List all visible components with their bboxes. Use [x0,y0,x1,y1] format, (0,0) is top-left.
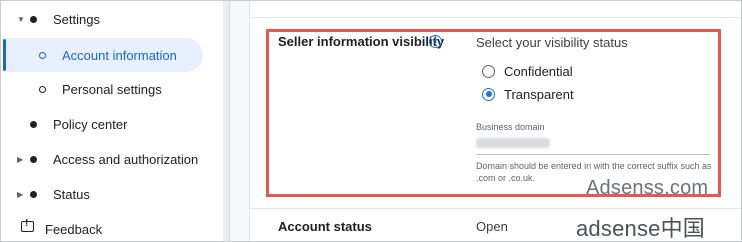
sidebar-item-label: Settings [53,11,100,27]
sidebar-item-label: Policy center [53,116,128,132]
bullet-icon [30,190,37,198]
sidebar-item-personal-settings[interactable]: Personal settings [1,72,221,106]
watermark-text: Adsenss.com [586,177,709,199]
account-status-value: Open [476,219,508,234]
radio-confidential[interactable]: Confidential [482,61,573,81]
bullet-outline-icon [39,85,46,93]
watermark-text: adsense中国 [576,216,705,241]
bullet-icon [30,155,37,163]
radio-label[interactable]: Transparent [504,87,574,102]
visibility-status-prompt: Select your visibility status [476,35,628,50]
account-status-label: Account status [278,219,372,234]
field-underline [476,154,710,155]
sidebar-item-label: Account information [62,47,177,63]
sidebar-item-feedback[interactable]: Feedback [1,212,221,241]
sidebar-scrollbar[interactable] [223,1,230,241]
radio-transparent[interactable]: Transparent [482,84,574,104]
bullet-icon [30,120,37,128]
bullet-icon [30,15,37,23]
business-domain-field[interactable] [476,138,550,148]
info-icon[interactable]: i [429,35,442,48]
chevron-down-icon[interactable]: ▼ [17,15,25,24]
radio-label[interactable]: Confidential [504,64,573,79]
sidebar-item-label: Feedback [45,221,103,237]
bullet-outline-icon [39,51,46,59]
chevron-right-icon[interactable]: ▶ [17,155,23,164]
sidebar-item-settings[interactable]: ▼ Settings [1,2,221,36]
sidebar-item-policy-center[interactable]: Policy center [1,107,221,141]
app-window: ▼ Settings Account information Personal … [0,0,742,242]
sidebar-item-label: Access and authorization [53,151,199,167]
sidebar: ▼ Settings Account information Personal … [1,1,223,241]
seller-visibility-title: Seller information visibility [278,34,445,49]
sidebar-item-status[interactable]: ▶ Status [1,177,221,211]
chevron-right-icon[interactable]: ▶ [17,190,23,199]
business-domain-label: Business domain [476,122,545,132]
divider [249,17,741,18]
feedback-icon [21,218,34,232]
divider [249,208,741,209]
sidebar-item-label: Personal settings [62,81,162,97]
sidebar-item-account-information[interactable]: Account information [6,38,203,72]
radio-checked-icon[interactable] [482,87,495,101]
radio-unchecked-icon[interactable] [482,64,495,78]
sidebar-item-label: Status [53,186,90,202]
sidebar-item-access-and-authorization[interactable]: ▶ Access and authorization [1,142,221,176]
